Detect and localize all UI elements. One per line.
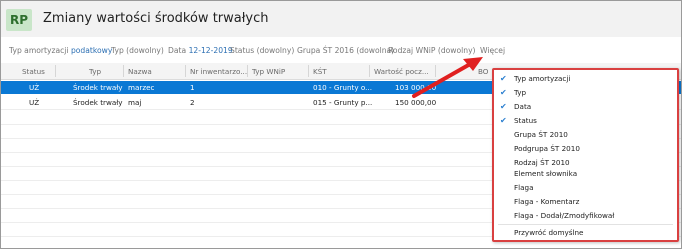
menu-item-amortization-type[interactable]: ✔ Typ amortyzacji: [494, 73, 677, 84]
checkmark-icon: ✔: [500, 74, 507, 83]
menu-item-group-st-2010[interactable]: Grupa ŚT 2010: [494, 129, 677, 140]
menu-item-date[interactable]: ✔ Data: [494, 101, 677, 112]
app-window: RP Zmiany wartości środków trwałych Typ …: [0, 0, 682, 249]
menu-divider: [498, 224, 673, 225]
checkmark-icon: ✔: [500, 116, 507, 125]
column-chooser-menu: ✔ Typ amortyzacji ✔ Typ ✔ Data ✔ Status …: [492, 68, 679, 242]
menu-item-restore-defaults[interactable]: Przywróć domyślne: [494, 227, 677, 238]
checkmark-icon: ✔: [500, 102, 507, 111]
menu-item-status[interactable]: ✔ Status: [494, 115, 677, 126]
menu-item-flag-modified-by[interactable]: Flaga - Dodał/Zmodyfikował: [494, 210, 677, 221]
menu-item-dictionary-element[interactable]: Element słownika: [494, 168, 677, 179]
menu-item-flag[interactable]: Flaga: [494, 182, 677, 193]
menu-item-subgroup-st-2010[interactable]: Podgrupa ŚT 2010: [494, 143, 677, 154]
menu-item-flag-comment[interactable]: Flaga - Komentarz: [494, 196, 677, 207]
menu-item-type[interactable]: ✔ Typ: [494, 87, 677, 98]
checkmark-icon: ✔: [500, 88, 507, 97]
menu-item-kind-st-2010[interactable]: Rodzaj ŚT 2010: [494, 157, 677, 168]
